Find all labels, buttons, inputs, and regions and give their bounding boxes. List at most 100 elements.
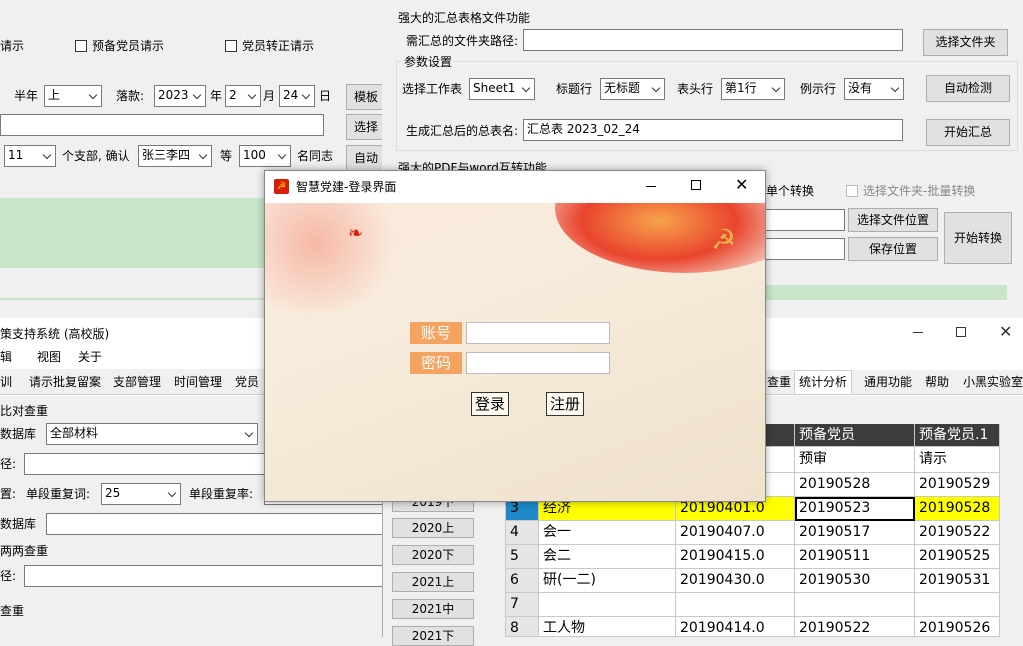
dove-icon: ❧	[348, 223, 364, 244]
year-button-2021h1[interactable]: 2021上	[392, 572, 474, 592]
grid-cell[interactable]: 20190525	[915, 545, 1000, 569]
grid-cell[interactable]: 20190529	[915, 473, 1000, 497]
partial-request-label: 请示	[0, 39, 25, 53]
names-select[interactable]: 张三李四	[138, 145, 212, 167]
db2-input[interactable]	[46, 513, 390, 535]
single-dup-select[interactable]: 25	[101, 483, 181, 505]
template-button[interactable]: 模板	[346, 84, 382, 110]
pair-path-input[interactable]	[24, 565, 390, 587]
menu-view[interactable]: 视图	[37, 349, 61, 365]
select-file-location-button[interactable]: 选择文件位置	[848, 208, 938, 232]
db-label: 数据库	[0, 427, 37, 441]
close-icon[interactable]: ✕	[735, 176, 748, 194]
tab-training[interactable]: 训	[0, 374, 12, 390]
tab-lab[interactable]: 小黑实验室	[958, 370, 1023, 394]
tab-help[interactable]: 帮助	[920, 370, 954, 394]
grid-cell[interactable]	[915, 593, 1000, 617]
login-button[interactable]: 登录	[471, 392, 509, 416]
grid-row-index[interactable]: 6	[506, 569, 539, 593]
sheet-select[interactable]: Sheet1	[469, 78, 535, 100]
auto-detect-button[interactable]: 自动检测	[926, 75, 1010, 102]
decision-window-title: 策支持系统 (高校版)	[0, 327, 110, 341]
db-select[interactable]: 全部材料	[46, 423, 258, 445]
grid-row-index[interactable]: 4	[506, 521, 539, 545]
year-button-2020h1[interactable]: 2020上	[392, 518, 474, 538]
grid-cell[interactable]	[795, 593, 915, 617]
grid-cell[interactable]	[539, 593, 676, 617]
pdf-save-input[interactable]	[765, 238, 845, 260]
grid-row-index[interactable]: 7	[506, 593, 539, 617]
grid-cell[interactable]	[676, 593, 795, 617]
start-summary-button[interactable]: 开始汇总	[926, 119, 1010, 146]
people-count-select[interactable]: 100	[239, 145, 291, 167]
half-year-select[interactable]: 上	[44, 85, 102, 107]
grid-cell[interactable]: 20190430.0	[676, 569, 795, 593]
minimize-icon[interactable]	[646, 186, 656, 187]
probationary-request-label: 预备党员请示	[92, 39, 165, 53]
password-input[interactable]	[466, 352, 610, 374]
year-select[interactable]: 2023	[154, 85, 206, 107]
grid-cell[interactable]: 20190407.0	[676, 521, 795, 545]
grid-cell[interactable]: 20190415.0	[676, 545, 795, 569]
grid-cell[interactable]: 20190511	[795, 545, 915, 569]
account-label: 账号	[410, 322, 462, 344]
tab-request-archive[interactable]: 请示批复留案	[29, 374, 101, 390]
grid-cell[interactable]: 20190526	[915, 617, 1000, 637]
grid-row-index[interactable]: 5	[506, 545, 539, 569]
login-titlebar: ☭ 智慧党建-登录界面 ✕	[265, 171, 765, 203]
title-row-select[interactable]: 无标题	[600, 78, 665, 100]
grid-cell[interactable]: 20190522	[915, 521, 1000, 545]
grid-cell[interactable]: 20190531	[915, 569, 1000, 593]
batch-convert-checkbox[interactable]	[846, 185, 858, 197]
grid-subheader-prereview: 预审	[795, 447, 915, 473]
close-icon[interactable]: ✕	[999, 322, 1012, 341]
menu-about[interactable]: 关于	[78, 349, 102, 365]
folder-path-input[interactable]	[523, 29, 903, 51]
tab-dup-check[interactable]: 查重	[762, 370, 796, 394]
path-input[interactable]	[0, 114, 324, 136]
grid-cell[interactable]: 会二	[539, 545, 676, 569]
tab-branch-management[interactable]: 支部管理	[113, 374, 161, 390]
grid-cell[interactable]: 研(一二)	[539, 569, 676, 593]
header-row-select[interactable]: 第1行	[721, 78, 785, 100]
tab-time-management[interactable]: 时间管理	[174, 374, 222, 390]
result-name-input[interactable]: 汇总表 2023_02_24	[523, 119, 903, 141]
register-button[interactable]: 注册	[546, 392, 584, 416]
green-bar-right	[762, 285, 1007, 300]
year-button-2021mid[interactable]: 2021中	[392, 599, 474, 619]
grid-cell[interactable]: 20190530	[795, 569, 915, 593]
grid-cell[interactable]: 20190522	[795, 617, 915, 637]
grid-cell[interactable]: 会一	[539, 521, 676, 545]
year-button-2020h2[interactable]: 2020下	[392, 545, 474, 565]
grid-cell[interactable]: 20190528	[795, 473, 915, 497]
day-label: 日	[319, 89, 332, 103]
year-button-2021h2[interactable]: 2021下	[392, 626, 474, 646]
tab-general[interactable]: 通用功能	[859, 370, 917, 394]
example-row-select[interactable]: 没有	[844, 78, 904, 100]
select-button[interactable]: 选择	[346, 114, 382, 140]
pdf-file-input[interactable]	[765, 209, 845, 231]
grid-cell[interactable]: 20190414.0	[676, 617, 795, 637]
start-convert-button[interactable]: 开始转换	[944, 212, 1012, 264]
auto-button[interactable]: 自动	[346, 145, 382, 171]
account-input[interactable]	[466, 322, 610, 344]
tab-member[interactable]: 党员	[235, 374, 259, 390]
grid-cell[interactable]: 工人物	[539, 617, 676, 637]
grid-cell[interactable]: 20190528	[915, 497, 1000, 521]
menu-edit[interactable]: 辑	[0, 349, 12, 365]
maximize-icon[interactable]	[956, 327, 966, 337]
minimize-icon[interactable]	[913, 332, 923, 333]
grid-cell[interactable]: 20190517	[795, 521, 915, 545]
full-member-request-checkbox[interactable]	[225, 40, 237, 52]
tab-stats-analysis[interactable]: 统计分析	[794, 370, 853, 394]
month-select[interactable]: 2	[225, 85, 261, 107]
red-flag-decoration	[265, 203, 405, 313]
day-select[interactable]: 24	[279, 85, 315, 107]
count-select[interactable]: 11	[4, 145, 56, 167]
maximize-icon[interactable]	[691, 180, 701, 190]
grid-row-index[interactable]: 8	[506, 617, 539, 637]
probationary-request-checkbox[interactable]	[75, 40, 87, 52]
select-folder-button[interactable]: 选择文件夹	[923, 29, 1008, 56]
grid-cell-selected[interactable]: 20190523	[795, 497, 915, 521]
save-location-button[interactable]: 保存位置	[848, 237, 938, 261]
